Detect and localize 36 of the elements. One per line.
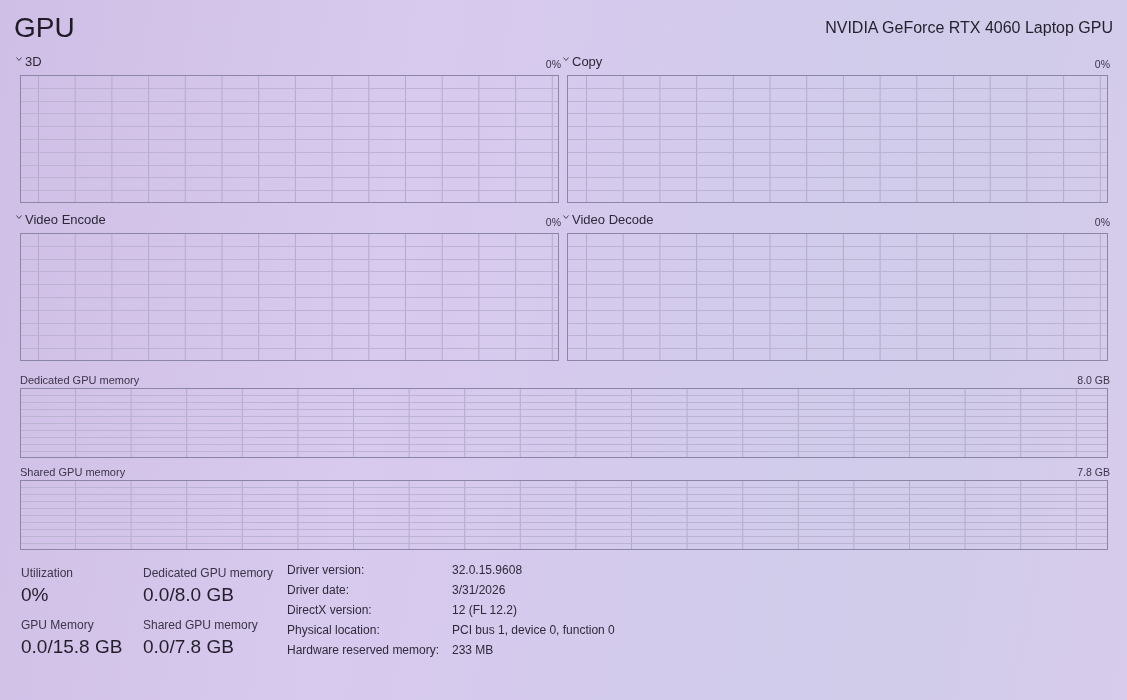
detail-label: Driver version: [287, 562, 366, 578]
graph-max-value: 8.0 GB [1077, 373, 1110, 387]
page-title: GPU [14, 11, 75, 45]
engine-usage-value: 0% [545, 57, 561, 71]
detail-label: Hardware reserved memory: [287, 642, 441, 658]
chevron-down-icon [16, 57, 22, 61]
stat-value: 0.0/7.8 GB [143, 635, 235, 659]
engine-usage-value: 0% [1094, 57, 1110, 71]
chevron-down-icon [16, 215, 22, 219]
detail-label: Driver date: [287, 582, 351, 598]
graph-label: Shared GPU memory [20, 465, 126, 479]
stat-label: Shared GPU memory [143, 617, 259, 633]
stat-value: 0.0/15.8 GB [21, 635, 124, 659]
chevron-down-icon [563, 57, 569, 61]
engine-dropdown[interactable]: Copy [563, 53, 603, 71]
stat-value: 0% [21, 583, 50, 607]
engine-dropdown[interactable]: Video Decode [563, 211, 654, 229]
stat-label: Utilization [21, 565, 75, 581]
detail-value: 233 MB [452, 642, 495, 658]
stat-label: Dedicated GPU memory [143, 565, 275, 581]
engine-usage-value: 0% [545, 215, 561, 229]
detail-value: 12 (FL 12.2) [452, 602, 518, 618]
detail-value: 3/31/2026 [452, 582, 507, 598]
engine-dropdown[interactable]: 3D [16, 53, 42, 71]
chevron-down-icon [563, 215, 569, 219]
detail-label: DirectX version: [287, 602, 373, 618]
stat-label: GPU Memory [21, 617, 95, 633]
engine-usage-value: 0% [1094, 215, 1110, 229]
engine-dropdown[interactable]: Video Encode [16, 211, 106, 229]
graph-label: Dedicated GPU memory [20, 373, 140, 387]
device-name: NVIDIA GeForce RTX 4060 Laptop GPU [825, 18, 1113, 38]
graph-max-value: 7.8 GB [1077, 465, 1110, 479]
detail-label: Physical location: [287, 622, 381, 638]
detail-value: 32.0.15.9608 [452, 562, 524, 578]
detail-value: PCI bus 1, device 0, function 0 [452, 622, 616, 638]
stat-value: 0.0/8.0 GB [143, 583, 235, 607]
